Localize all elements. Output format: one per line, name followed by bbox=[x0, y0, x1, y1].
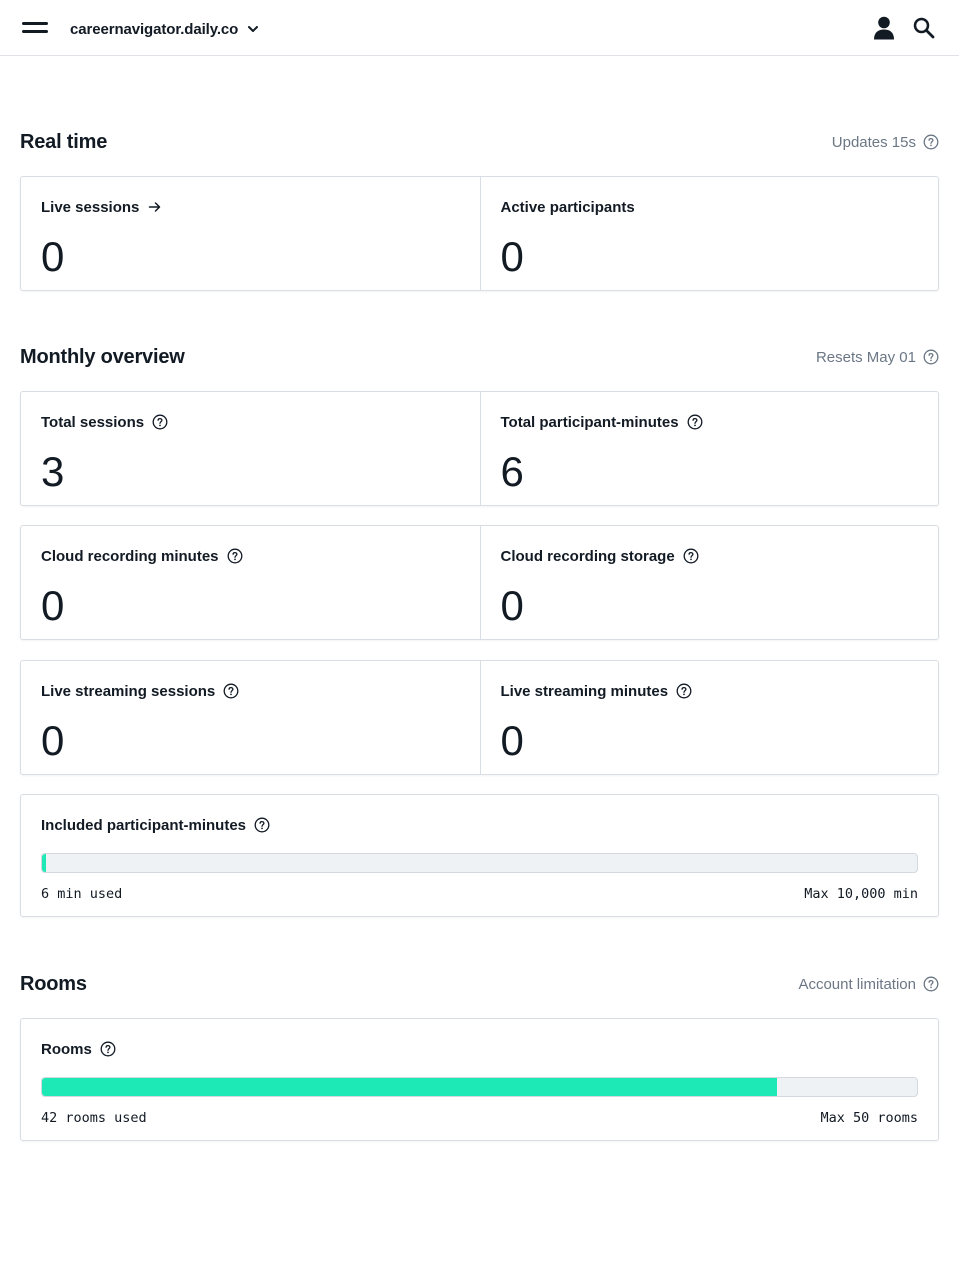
rooms-header: Rooms Account limitation bbox=[20, 970, 939, 998]
help-icon[interactable] bbox=[100, 1041, 116, 1057]
stat-label: Live sessions bbox=[41, 198, 140, 216]
stat-cloud-recording-minutes: Cloud recording minutes 0 bbox=[21, 526, 480, 639]
search-icon[interactable] bbox=[913, 17, 935, 39]
stat-total-sessions: Total sessions 3 bbox=[21, 392, 480, 505]
stat-label: Total sessions bbox=[41, 413, 145, 431]
stat-value: 0 bbox=[500, 582, 524, 629]
rooms-used-text: 42 rooms used bbox=[41, 1110, 147, 1126]
stat-live-streaming-sessions: Live streaming sessions 0 bbox=[21, 661, 480, 774]
usage-used-text: 6 min used bbox=[41, 886, 123, 902]
monthly-meta: Resets May 01 bbox=[816, 349, 939, 366]
realtime-meta: Updates 15s bbox=[832, 134, 939, 151]
section-title-rooms: Rooms bbox=[20, 972, 87, 995]
stat-label: Live streaming minutes bbox=[500, 682, 669, 700]
help-icon[interactable] bbox=[152, 414, 168, 430]
stat-active-participants: Active participants 0 bbox=[479, 177, 939, 290]
help-icon[interactable] bbox=[683, 548, 699, 564]
sessions-card: Total sessions 3 Total participant-minut… bbox=[20, 391, 939, 506]
stat-label: Active participants bbox=[500, 198, 635, 216]
stat-label: Cloud recording storage bbox=[500, 547, 675, 565]
stat-value: 0 bbox=[500, 233, 524, 280]
help-icon[interactable] bbox=[223, 683, 239, 699]
stat-live-streaming-minutes: Live streaming minutes 0 bbox=[479, 661, 939, 774]
domain-name: careernavigator.daily.co bbox=[70, 20, 239, 38]
stat-label: Cloud recording minutes bbox=[41, 547, 219, 565]
update-interval-text: Updates 15s bbox=[831, 133, 916, 151]
stat-value: 0 bbox=[41, 233, 65, 280]
help-icon[interactable] bbox=[676, 683, 692, 699]
stat-cloud-recording-storage: Cloud recording storage 0 bbox=[479, 526, 939, 639]
usage-progress-fill bbox=[42, 854, 46, 872]
stat-value: 0 bbox=[41, 582, 65, 629]
stat-label: Live streaming sessions bbox=[41, 682, 216, 700]
reset-date-text: Resets May 01 bbox=[815, 348, 916, 366]
account-limitation-text: Account limitation bbox=[798, 975, 916, 993]
rooms-max-text: Max 50 rooms bbox=[820, 1110, 918, 1126]
hamburger-menu-icon[interactable] bbox=[22, 20, 48, 36]
stat-live-sessions: Live sessions 0 bbox=[21, 177, 480, 290]
stat-label: Total participant-minutes bbox=[500, 413, 679, 431]
section-title-monthly: Monthly overview bbox=[20, 345, 185, 368]
user-icon[interactable] bbox=[873, 16, 895, 40]
help-icon[interactable] bbox=[923, 349, 939, 365]
help-icon[interactable] bbox=[923, 134, 939, 150]
rooms-progress-fill bbox=[42, 1078, 777, 1096]
top-bar: careernavigator.daily.co bbox=[0, 0, 959, 56]
rooms-meta: Account limitation bbox=[798, 976, 939, 993]
streaming-card: Live streaming sessions 0 Live streaming… bbox=[20, 660, 939, 775]
help-icon[interactable] bbox=[254, 817, 270, 833]
chevron-down-icon bbox=[248, 26, 259, 32]
help-icon[interactable] bbox=[923, 976, 939, 992]
recording-card: Cloud recording minutes 0 Cloud recordin… bbox=[20, 525, 939, 640]
stat-value: 0 bbox=[500, 717, 524, 764]
realtime-header: Real time Updates 15s bbox=[20, 128, 939, 156]
stat-total-participant-minutes: Total participant-minutes 6 bbox=[479, 392, 939, 505]
usage-label: Included participant-minutes bbox=[41, 816, 247, 834]
usage-max-text: Max 10,000 min bbox=[804, 886, 918, 902]
help-icon[interactable] bbox=[687, 414, 703, 430]
included-minutes-card: Included participant-minutes 6 min used … bbox=[20, 794, 939, 917]
domain-switcher[interactable]: careernavigator.daily.co bbox=[70, 18, 259, 40]
usage-progress-bar bbox=[41, 853, 918, 873]
stat-value: 0 bbox=[41, 717, 65, 764]
stat-value: 3 bbox=[41, 448, 65, 495]
stat-value: 6 bbox=[500, 448, 524, 495]
realtime-card: Live sessions 0 Active participants 0 bbox=[20, 176, 939, 291]
arrow-right-icon[interactable] bbox=[148, 200, 162, 214]
rooms-card: Rooms 42 rooms used Max 50 rooms bbox=[20, 1018, 939, 1141]
rooms-progress-bar bbox=[41, 1077, 918, 1097]
help-icon[interactable] bbox=[227, 548, 243, 564]
section-title-realtime: Real time bbox=[20, 130, 108, 153]
monthly-header: Monthly overview Resets May 01 bbox=[20, 343, 939, 371]
usage-label: Rooms bbox=[41, 1040, 92, 1058]
